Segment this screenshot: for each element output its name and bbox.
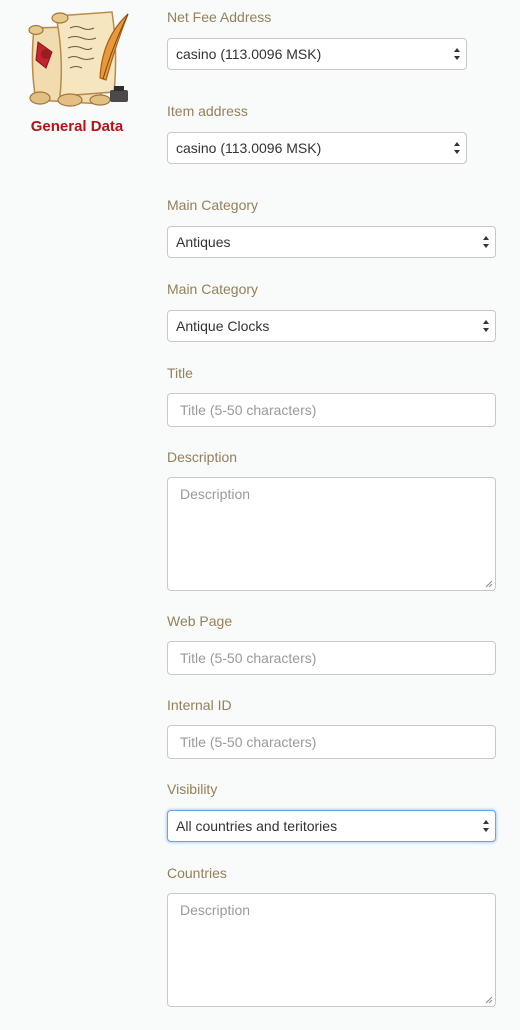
- main-category-value: Antiques: [176, 234, 231, 250]
- web-page-input[interactable]: Title (5-50 characters): [167, 641, 496, 675]
- internal-id-label: Internal ID: [167, 697, 232, 713]
- description-label: Description: [167, 449, 238, 465]
- net-fee-address-value: casino (113.0096 MSK): [176, 46, 322, 62]
- net-fee-address-select[interactable]: casino (113.0096 MSK): [167, 38, 467, 70]
- description-textarea[interactable]: Description: [167, 477, 496, 591]
- internal-id-input[interactable]: Title (5-50 characters): [167, 725, 496, 759]
- select-arrows-icon: [483, 320, 489, 332]
- resize-grip-icon[interactable]: [485, 996, 493, 1004]
- resize-grip-icon[interactable]: [485, 580, 493, 588]
- countries-label: Countries: [167, 865, 227, 881]
- title-input[interactable]: Title (5-50 characters): [167, 393, 496, 427]
- item-address-label: Item address: [167, 103, 248, 119]
- countries-placeholder: Description: [180, 902, 251, 918]
- select-arrows-icon: [483, 236, 489, 248]
- main-category-label: Main Category: [167, 197, 259, 213]
- title-label: Title: [167, 365, 193, 381]
- web-page-label: Web Page: [167, 613, 233, 629]
- item-address-value: casino (113.0096 MSK): [176, 140, 322, 156]
- item-address-select[interactable]: casino (113.0096 MSK): [167, 132, 467, 164]
- visibility-value: All countries and teritories: [176, 818, 338, 834]
- section-title: General Data: [30, 118, 124, 135]
- visibility-select[interactable]: All countries and teritories: [167, 810, 496, 842]
- description-placeholder: Description: [180, 486, 251, 502]
- visibility-label: Visibility: [167, 781, 218, 797]
- main-category-select[interactable]: Antiques: [167, 226, 496, 258]
- select-arrows-icon: [454, 142, 460, 154]
- net-fee-address-label: Net Fee Address: [167, 9, 272, 25]
- sub-category-label: Main Category: [167, 281, 259, 297]
- sub-category-select[interactable]: Antique Clocks: [167, 310, 496, 342]
- select-arrows-icon: [454, 48, 460, 60]
- scroll-quill-icon: [28, 11, 129, 107]
- select-arrows-icon: [483, 820, 489, 832]
- countries-textarea[interactable]: Description: [167, 893, 496, 1007]
- sub-category-value: Antique Clocks: [176, 318, 270, 334]
